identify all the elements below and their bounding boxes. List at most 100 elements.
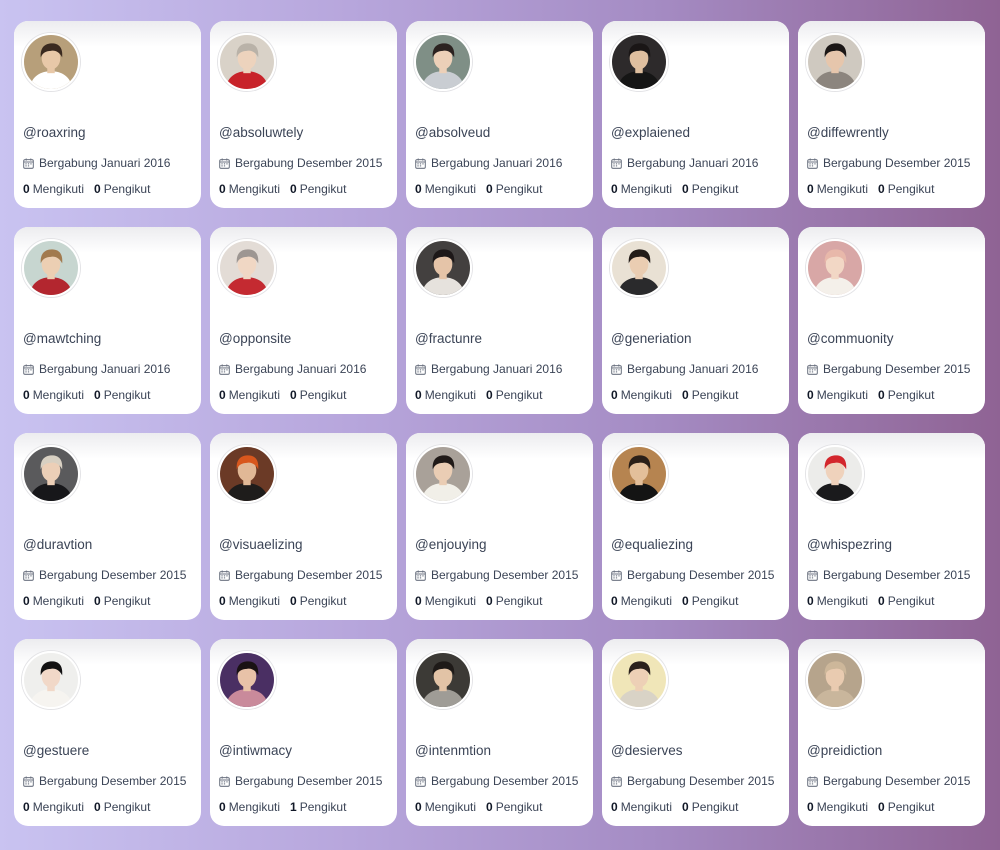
profile-card[interactable]: @enjouying Bergabung Desember 2015 0 Men… [406, 433, 593, 620]
followers-count[interactable]: 0 Pengikut [94, 182, 150, 196]
following-count[interactable]: 0 Mengikuti [23, 594, 84, 608]
following-count[interactable]: 0 Mengikuti [611, 800, 672, 814]
followers-count[interactable]: 0 Pengikut [290, 594, 346, 608]
followers-count[interactable]: 0 Pengikut [682, 594, 738, 608]
followers-count[interactable]: 0 Pengikut [682, 182, 738, 196]
profile-handle[interactable]: @generiation [611, 331, 692, 346]
avatar[interactable] [218, 445, 276, 503]
profile-card[interactable]: @duravtion Bergabung Desember 2015 0 Men… [14, 433, 201, 620]
profile-handle[interactable]: @diffewrently [807, 125, 889, 140]
avatar[interactable] [806, 33, 864, 91]
profile-card[interactable]: @intiwmacy Bergabung Desember 2015 0 Men… [210, 639, 397, 826]
following-count[interactable]: 0 Mengikuti [611, 388, 672, 402]
profile-card[interactable]: @equaliezing Bergabung Desember 2015 0 M… [602, 433, 789, 620]
profile-handle[interactable]: @roaxring [23, 125, 85, 140]
followers-count[interactable]: 0 Pengikut [878, 182, 934, 196]
profile-handle[interactable]: @whispezring [807, 537, 892, 552]
followers-count[interactable]: 0 Pengikut [290, 388, 346, 402]
followers-count[interactable]: 0 Pengikut [94, 388, 150, 402]
followers-count[interactable]: 0 Pengikut [94, 800, 150, 814]
profile-card[interactable]: @visuaelizing Bergabung Desember 2015 0 … [210, 433, 397, 620]
followers-count[interactable]: 0 Pengikut [682, 388, 738, 402]
followers-count[interactable]: 0 Pengikut [878, 388, 934, 402]
avatar[interactable] [414, 445, 472, 503]
following-count[interactable]: 0 Mengikuti [415, 388, 476, 402]
profile-card[interactable]: @desierves Bergabung Desember 2015 0 Men… [602, 639, 789, 826]
followers-count[interactable]: 0 Pengikut [486, 594, 542, 608]
following-count[interactable]: 0 Mengikuti [415, 182, 476, 196]
profile-card[interactable]: @absoluwtely Bergabung Desember 2015 0 M… [210, 21, 397, 208]
avatar[interactable] [610, 33, 668, 91]
profile-card[interactable]: @intenmtion Bergabung Desember 2015 0 Me… [406, 639, 593, 826]
following-count[interactable]: 0 Mengikuti [611, 182, 672, 196]
avatar[interactable] [414, 239, 472, 297]
profile-card[interactable]: @generiation Bergabung Januari 2016 0 Me… [602, 227, 789, 414]
profile-handle[interactable]: @intenmtion [415, 743, 491, 758]
profile-card[interactable]: @opponsite Bergabung Januari 2016 0 Meng… [210, 227, 397, 414]
profile-handle[interactable]: @opponsite [219, 331, 291, 346]
avatar[interactable] [806, 651, 864, 709]
following-count[interactable]: 0 Mengikuti [219, 182, 280, 196]
followers-count[interactable]: 0 Pengikut [486, 388, 542, 402]
followers-count[interactable]: 0 Pengikut [486, 182, 542, 196]
avatar[interactable] [218, 33, 276, 91]
following-count[interactable]: 0 Mengikuti [807, 182, 868, 196]
profile-card[interactable]: @absolveud Bergabung Januari 2016 0 Meng… [406, 21, 593, 208]
followers-count[interactable]: 0 Pengikut [486, 800, 542, 814]
avatar[interactable] [22, 445, 80, 503]
avatar[interactable] [610, 651, 668, 709]
avatar[interactable] [610, 239, 668, 297]
profile-handle[interactable]: @mawtching [23, 331, 101, 346]
avatar[interactable] [414, 651, 472, 709]
profile-handle[interactable]: @explaiened [611, 125, 690, 140]
following-count[interactable]: 0 Mengikuti [219, 388, 280, 402]
profile-card[interactable]: @mawtching Bergabung Januari 2016 0 Meng… [14, 227, 201, 414]
profile-handle[interactable]: @absoluwtely [219, 125, 303, 140]
profile-handle[interactable]: @absolveud [415, 125, 490, 140]
avatar[interactable] [218, 651, 276, 709]
avatar[interactable] [22, 239, 80, 297]
profile-handle[interactable]: @preidiction [807, 743, 882, 758]
profile-handle[interactable]: @visuaelizing [219, 537, 303, 552]
avatar[interactable] [806, 239, 864, 297]
followers-count[interactable]: 1 Pengikut [290, 800, 346, 814]
profile-card[interactable]: @roaxring Bergabung Januari 2016 0 Mengi… [14, 21, 201, 208]
following-count[interactable]: 0 Mengikuti [611, 594, 672, 608]
avatar[interactable] [610, 445, 668, 503]
profile-handle[interactable]: @duravtion [23, 537, 92, 552]
profile-card[interactable]: @diffewrently Bergabung Desember 2015 0 … [798, 21, 985, 208]
following-count[interactable]: 0 Mengikuti [807, 388, 868, 402]
followers-count[interactable]: 0 Pengikut [878, 594, 934, 608]
profile-handle[interactable]: @gestuere [23, 743, 89, 758]
followers-count[interactable]: 0 Pengikut [94, 594, 150, 608]
profile-handle[interactable]: @commuonity [807, 331, 893, 346]
profile-card[interactable]: @preidiction Bergabung Desember 2015 0 M… [798, 639, 985, 826]
avatar[interactable] [806, 445, 864, 503]
following-count[interactable]: 0 Mengikuti [23, 800, 84, 814]
followers-count[interactable]: 0 Pengikut [682, 800, 738, 814]
avatar[interactable] [218, 239, 276, 297]
following-count[interactable]: 0 Mengikuti [415, 800, 476, 814]
following-count[interactable]: 0 Mengikuti [23, 182, 84, 196]
avatar[interactable] [414, 33, 472, 91]
profile-card[interactable]: @gestuere Bergabung Desember 2015 0 Meng… [14, 639, 201, 826]
following-count[interactable]: 0 Mengikuti [415, 594, 476, 608]
profile-handle[interactable]: @equaliezing [611, 537, 693, 552]
following-count[interactable]: 0 Mengikuti [219, 594, 280, 608]
profile-card[interactable]: @fractunre Bergabung Januari 2016 0 Meng… [406, 227, 593, 414]
profile-card[interactable]: @commuonity Bergabung Desember 2015 0 Me… [798, 227, 985, 414]
profile-card[interactable]: @whispezring Bergabung Desember 2015 0 M… [798, 433, 985, 620]
following-count[interactable]: 0 Mengikuti [219, 800, 280, 814]
profile-handle[interactable]: @enjouying [415, 537, 487, 552]
avatar[interactable] [22, 33, 80, 91]
following-count[interactable]: 0 Mengikuti [807, 800, 868, 814]
profile-handle[interactable]: @desierves [611, 743, 682, 758]
profile-handle[interactable]: @fractunre [415, 331, 482, 346]
profile-handle[interactable]: @intiwmacy [219, 743, 292, 758]
avatar[interactable] [22, 651, 80, 709]
following-count[interactable]: 0 Mengikuti [807, 594, 868, 608]
followers-count[interactable]: 0 Pengikut [878, 800, 934, 814]
followers-count[interactable]: 0 Pengikut [290, 182, 346, 196]
profile-card[interactable]: @explaiened Bergabung Januari 2016 0 Men… [602, 21, 789, 208]
following-count[interactable]: 0 Mengikuti [23, 388, 84, 402]
